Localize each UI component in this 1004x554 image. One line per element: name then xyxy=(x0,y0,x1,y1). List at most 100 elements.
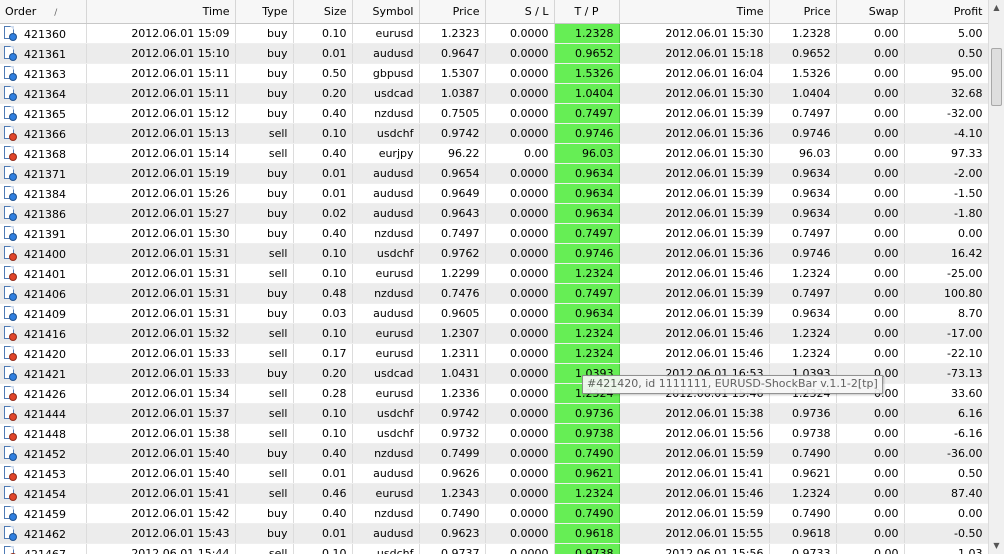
table-row[interactable]: 421391 2012.06.01 15:30 buy 0.40 nzdusd 0.749… xyxy=(0,223,988,244)
cell-symbol: eurusd xyxy=(352,383,420,404)
cell-order: 421400 xyxy=(0,243,87,264)
cell-swap: 0.00 xyxy=(836,403,905,424)
order-number: 421368 xyxy=(24,148,66,161)
table-row[interactable]: 4214672012.06.01 15:44sell0.10usdchf0.97… xyxy=(0,543,988,554)
cell-order: 421459 xyxy=(0,503,87,524)
table-row[interactable]: 421401 2012.06.01 15:31 sell 0.10 eurusd 1.22… xyxy=(0,263,988,284)
column-header-open-price[interactable]: Price xyxy=(419,0,486,24)
table-row[interactable]: 421420 2012.06.01 15:33 sell 0.17 eurusd 1.23… xyxy=(0,343,988,364)
cell-size: 0.10 xyxy=(293,323,353,344)
cell-size: 0.17 xyxy=(293,343,353,364)
cell-type: sell xyxy=(235,343,294,364)
table-row[interactable]: 421453 2012.06.01 15:40 sell 0.01 audusd 0.96… xyxy=(0,463,988,484)
table-row[interactable]: 421400 2012.06.01 15:31 sell 0.10 usdchf 0.97… xyxy=(0,243,988,264)
table-row[interactable]: 421384 2012.06.01 15:26 buy 0.01 audusd 0.964… xyxy=(0,183,988,204)
cell-close-time: 2012.06.01 15:59 xyxy=(619,443,770,464)
table-row[interactable]: 421452 2012.06.01 15:40 buy 0.40 nzdusd 0.749… xyxy=(0,443,988,464)
table-row[interactable]: 421409 2012.06.01 15:31 buy 0.03 audusd 0.960… xyxy=(0,303,988,324)
cell-order: 421391 xyxy=(0,223,87,244)
cell-order: 421371 xyxy=(0,163,87,184)
cell-size: 0.20 xyxy=(293,363,353,384)
cell-symbol: audusd xyxy=(352,43,420,64)
cell-symbol: audusd xyxy=(352,463,420,484)
cell-close-time: 2012.06.01 15:56 xyxy=(619,543,770,554)
vertical-scrollbar[interactable]: ▲ ▼ xyxy=(988,0,1004,554)
cell-tp: 0.9736 xyxy=(554,403,620,424)
table-row[interactable]: 421462 2012.06.01 15:43 buy 0.01 audusd 0.962… xyxy=(0,523,988,544)
cell-close-time: 2012.06.01 15:36 xyxy=(619,123,770,144)
column-header-type[interactable]: Type xyxy=(235,0,294,24)
column-header-swap[interactable]: Swap xyxy=(836,0,905,24)
cell-type: buy xyxy=(235,523,294,544)
table-row[interactable]: 421366 2012.06.01 15:13 sell 0.10 usdchf 0.97… xyxy=(0,123,988,144)
cell-close-price: 0.9738 xyxy=(769,423,837,444)
order-number: 421420 xyxy=(24,348,66,361)
table-row[interactable]: 421371 2012.06.01 15:19 buy 0.01 audusd 0.965… xyxy=(0,163,988,184)
table-row[interactable]: 421454 2012.06.01 15:41 sell 0.46 eurusd 1.23… xyxy=(0,483,988,504)
cell-symbol: audusd xyxy=(352,163,420,184)
cell-open-price: 0.9742 xyxy=(419,123,486,144)
cell-open-time: 2012.06.01 15:26 xyxy=(86,183,236,204)
table-row[interactable]: 421363 2012.06.01 15:11 buy 0.50 gbpusd 1.530… xyxy=(0,63,988,84)
cell-sl: 0.0000 xyxy=(485,543,555,554)
cell-sl: 0.0000 xyxy=(485,203,555,224)
cell-type: buy xyxy=(235,223,294,244)
cell-swap: 0.00 xyxy=(836,23,905,44)
cell-close-price: 0.9634 xyxy=(769,203,837,224)
cell-close-time: 2012.06.01 15:38 xyxy=(619,403,770,424)
column-header-size[interactable]: Size xyxy=(293,0,353,24)
scroll-up-arrow-icon[interactable]: ▲ xyxy=(989,0,1004,16)
cell-type: sell xyxy=(235,423,294,444)
column-header-order[interactable]: Order / xyxy=(0,0,87,24)
table-row[interactable]: 421386 2012.06.01 15:27 buy 0.02 audusd 0.964… xyxy=(0,203,988,224)
table-row[interactable]: 421360 2012.06.01 15:09 buy 0.10 eurusd 1.232… xyxy=(0,23,988,44)
cell-sl: 0.0000 xyxy=(485,123,555,144)
table-row[interactable]: 421416 2012.06.01 15:32 sell 0.10 eurusd 1.23… xyxy=(0,323,988,344)
sell-order-icon xyxy=(3,246,17,261)
cell-type: buy xyxy=(235,103,294,124)
cell-open-time: 2012.06.01 15:11 xyxy=(86,63,236,84)
cell-sl: 0.0000 xyxy=(485,83,555,104)
order-number: 421467 xyxy=(24,548,66,554)
cell-profit: -1.80 xyxy=(904,203,988,224)
table-row[interactable]: 421364 2012.06.01 15:11 buy 0.20 usdcad 1.038… xyxy=(0,83,988,104)
cell-profit: -4.10 xyxy=(904,123,988,144)
cell-open-time: 2012.06.01 15:32 xyxy=(86,323,236,344)
column-header-close-time[interactable]: Time xyxy=(619,0,770,24)
cell-tp: 1.2324 xyxy=(554,263,620,284)
cell-tp: 0.9634 xyxy=(554,203,620,224)
table-row[interactable]: 421361 2012.06.01 15:10 buy 0.01 audusd 0.964… xyxy=(0,43,988,64)
cell-size: 0.48 xyxy=(293,283,353,304)
scroll-down-arrow-icon[interactable]: ▼ xyxy=(989,538,1004,554)
cell-close-price: 0.7497 xyxy=(769,283,837,304)
cell-symbol: eurusd xyxy=(352,323,420,344)
column-header-open-time[interactable]: Time xyxy=(86,0,236,24)
table-row[interactable]: 421406 2012.06.01 15:31 buy 0.48 nzdusd 0.747… xyxy=(0,283,988,304)
column-header-tp[interactable]: T / P xyxy=(554,0,620,24)
cell-symbol: eurusd xyxy=(352,23,420,44)
cell-tp: 0.7490 xyxy=(554,443,620,464)
scrollbar-thumb[interactable] xyxy=(991,48,1002,106)
buy-order-icon xyxy=(3,86,17,101)
table-row[interactable]: 421459 2012.06.01 15:42 buy 0.40 nzdusd 0.749… xyxy=(0,503,988,524)
cell-type: buy xyxy=(235,303,294,324)
order-number: 421361 xyxy=(24,48,66,61)
table-row[interactable]: 421448 2012.06.01 15:38 sell 0.10 usdchf 0.97… xyxy=(0,423,988,444)
cell-sl: 0.0000 xyxy=(485,63,555,84)
column-header-symbol[interactable]: Symbol xyxy=(352,0,420,24)
cell-symbol: usdchf xyxy=(352,543,420,554)
table-row[interactable]: 421365 2012.06.01 15:12 buy 0.40 nzdusd 0.750… xyxy=(0,103,988,124)
cell-type: buy xyxy=(235,163,294,184)
cell-type: sell xyxy=(235,143,294,164)
table-row[interactable]: 421444 2012.06.01 15:37 sell 0.10 usdchf 0.97… xyxy=(0,403,988,424)
cell-sl: 0.0000 xyxy=(485,383,555,404)
cell-type: sell xyxy=(235,323,294,344)
cell-open-time: 2012.06.01 15:31 xyxy=(86,303,236,324)
column-header-close-price[interactable]: Price xyxy=(769,0,837,24)
trade-rows: 421360 2012.06.01 15:09 buy 0.10 eurusd 1.232… xyxy=(0,23,988,554)
table-row[interactable]: 421368 2012.06.01 15:14 sell 0.40 eurjpy 96.2… xyxy=(0,143,988,164)
cell-profit: 5.00 xyxy=(904,23,988,44)
column-header-sl[interactable]: S / L xyxy=(485,0,555,24)
column-header-profit[interactable]: Profit xyxy=(904,0,988,24)
cell-size: 0.40 xyxy=(293,143,353,164)
